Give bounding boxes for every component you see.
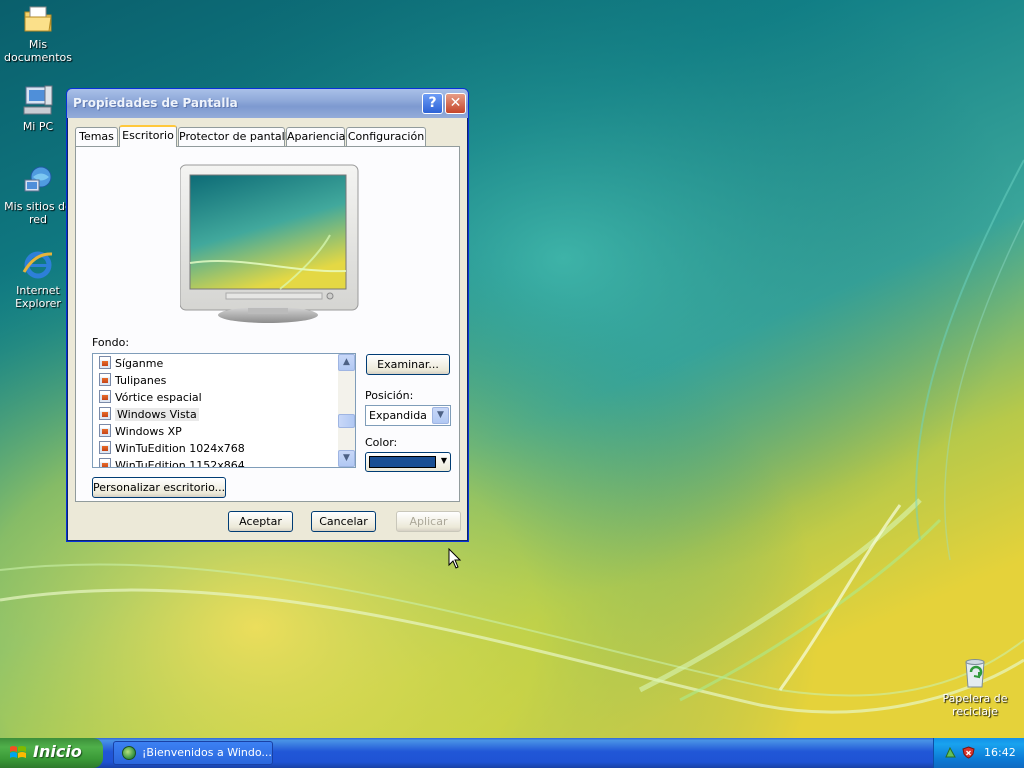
start-label: Inicio — [33, 742, 82, 761]
folder-icon — [21, 2, 55, 36]
image-file-icon — [99, 441, 111, 454]
image-file-icon — [99, 458, 111, 467]
clock[interactable]: 16:42 — [984, 746, 1016, 759]
list-item[interactable]: WinTuEdition 1152x864 — [99, 457, 245, 467]
tab-protector-de-pantalla[interactable]: Protector de pantalla — [178, 127, 295, 146]
list-item[interactable]: Windows XP — [99, 423, 182, 440]
computer-icon — [21, 84, 55, 118]
background-listbox[interactable]: Síganme Tulipanes Vórtice espacial Windo… — [92, 353, 356, 468]
image-file-icon — [99, 356, 111, 369]
recycle-bin-icon — [958, 656, 992, 690]
cancel-button[interactable]: Cancelar — [311, 511, 376, 532]
system-tray: 16:42 — [933, 738, 1024, 768]
network-tray-icon[interactable] — [944, 746, 957, 759]
title-bar[interactable]: Propiedades de Pantalla ? ✕ — [67, 89, 468, 118]
windows-logo-icon — [10, 746, 26, 758]
mouse-cursor-icon — [448, 548, 462, 569]
scroll-thumb[interactable] — [338, 414, 355, 428]
list-item[interactable]: WinTuEdition 1024x768 — [99, 440, 245, 457]
escritorio-panel: Fondo: Síganme Tulipanes Vórtice espacia… — [75, 146, 460, 502]
list-item[interactable]: Síganme — [99, 355, 163, 372]
help-icon: ? — [428, 95, 437, 111]
desktop-icon-label: Mis sitios de red — [4, 200, 72, 226]
tab-escritorio[interactable]: Escritorio — [119, 125, 177, 147]
color-picker-button[interactable]: ▼ — [365, 452, 451, 472]
image-file-icon — [99, 407, 111, 420]
browse-button[interactable]: Examinar... — [366, 354, 450, 375]
window-title: Propiedades de Pantalla — [73, 96, 238, 110]
scroll-down-icon[interactable]: ▼ — [338, 450, 355, 467]
ok-button[interactable]: Aceptar — [228, 511, 293, 532]
color-swatch — [369, 456, 436, 468]
list-item[interactable]: Tulipanes — [99, 372, 166, 389]
desktop-icon-my-computer[interactable]: Mi PC — [0, 84, 76, 133]
apply-button[interactable]: Aplicar — [396, 511, 461, 532]
network-icon — [21, 164, 55, 198]
display-properties-window: Propiedades de Pantalla ? ✕ Temas Escrit… — [66, 88, 469, 542]
chevron-down-icon[interactable]: ▼ — [432, 407, 449, 424]
desktop-icon-network[interactable]: Mis sitios de red — [0, 164, 76, 226]
image-file-icon — [99, 390, 111, 403]
desktop-icon-label: Internet Explorer — [15, 284, 61, 310]
list-item[interactable]: Vórtice espacial — [99, 389, 202, 406]
desktop: Mis documentos Mi PC Mis sitios de red I… — [0, 0, 1024, 738]
image-file-icon — [99, 424, 111, 437]
listbox-scrollbar[interactable]: ▲ ▼ — [338, 354, 355, 467]
desktop-icon-recycle-bin[interactable]: Papelera de reciclaje — [937, 656, 1013, 718]
task-label: ¡Bienvenidos a Windo... — [142, 746, 272, 759]
customize-desktop-button[interactable]: Personalizar escritorio... — [92, 477, 226, 498]
desktop-icon-label: Mi PC — [22, 120, 54, 133]
tab-configuracion[interactable]: Configuración — [346, 127, 426, 146]
dropdown-arrow-icon: ▼ — [440, 456, 447, 465]
taskbar-window-button[interactable]: ¡Bienvenidos a Windo... — [113, 741, 273, 765]
tab-apariencia[interactable]: Apariencia — [286, 127, 345, 146]
close-button[interactable]: ✕ — [445, 93, 466, 114]
taskbar: Inicio ¡Bienvenidos a Windo... 16:42 — [0, 738, 1024, 768]
tab-temas[interactable]: Temas — [75, 127, 118, 146]
color-label: Color: — [365, 436, 398, 449]
position-select[interactable]: Expandida ▼ — [365, 405, 451, 426]
background-label: Fondo: — [92, 336, 130, 349]
start-button[interactable]: Inicio — [0, 738, 103, 768]
help-button[interactable]: ? — [422, 93, 443, 114]
desktop-icon-internet-explorer[interactable]: Internet Explorer — [0, 248, 76, 310]
close-icon: ✕ — [449, 95, 462, 111]
desktop-icon-my-documents[interactable]: Mis documentos — [0, 2, 76, 64]
welcome-icon — [122, 746, 136, 760]
security-shield-icon[interactable] — [962, 746, 975, 759]
position-value: Expandida — [369, 409, 427, 422]
list-item-selected[interactable]: Windows Vista — [99, 406, 199, 423]
scroll-up-icon[interactable]: ▲ — [338, 354, 355, 371]
desktop-icon-label: Mis documentos — [4, 38, 72, 64]
internet-explorer-icon — [21, 248, 55, 282]
position-label: Posición: — [365, 389, 414, 402]
desktop-icon-label: Papelera de reciclaje — [942, 692, 1008, 718]
monitor-preview — [180, 164, 359, 323]
image-file-icon — [99, 373, 111, 386]
